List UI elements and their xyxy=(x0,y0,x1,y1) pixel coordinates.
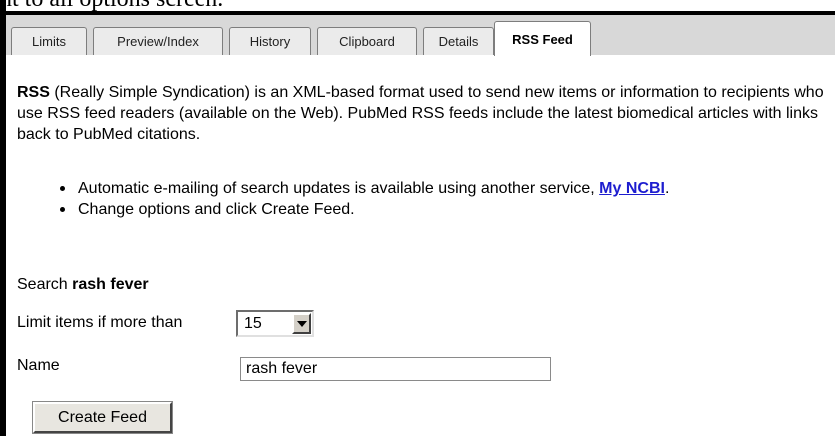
panel-left-border xyxy=(0,0,6,436)
my-ncbi-link[interactable]: My NCBI xyxy=(599,180,665,197)
create-feed-button[interactable]: Create Feed xyxy=(32,401,173,434)
info-list: Automatic e-mailing of search updates is… xyxy=(58,178,669,220)
limit-label: Limit items if more than xyxy=(17,314,183,331)
tab-clipboard[interactable]: Clipboard xyxy=(317,27,417,55)
tab-history[interactable]: History xyxy=(229,27,311,55)
list-item-text: Automatic e-mailing of search updates is… xyxy=(78,180,600,197)
tab-limits[interactable]: Limits xyxy=(11,27,87,55)
tab-strip: Limits Preview/Index History Clipboard D… xyxy=(6,15,835,56)
limit-items-value: 15 xyxy=(244,315,262,332)
rss-term: RSS xyxy=(17,84,50,101)
list-item-suffix: . xyxy=(664,180,670,197)
name-label: Name xyxy=(17,357,60,374)
tab-preview-index[interactable]: Preview/Index xyxy=(93,27,223,55)
feed-name-input[interactable] xyxy=(240,357,551,381)
list-item: Automatic e-mailing of search updates is… xyxy=(58,178,669,199)
rss-description: RSS (Really Simple Syndication) is an XM… xyxy=(17,82,835,145)
rss-description-text: (Really Simple Syndication) is an XML-ba… xyxy=(17,84,824,143)
limit-items-select[interactable]: 15 xyxy=(236,310,314,337)
chevron-down-icon[interactable] xyxy=(292,313,311,334)
list-item-text: Change options and click Create Feed. xyxy=(78,201,355,218)
list-item: Change options and click Create Feed. xyxy=(58,199,669,220)
search-term: rash fever xyxy=(72,276,149,293)
tab-details[interactable]: Details xyxy=(423,27,494,55)
search-label: Search xyxy=(17,276,73,293)
tab-rss-feed[interactable]: RSS Feed xyxy=(494,21,591,56)
search-row: Search rash fever xyxy=(17,276,149,294)
